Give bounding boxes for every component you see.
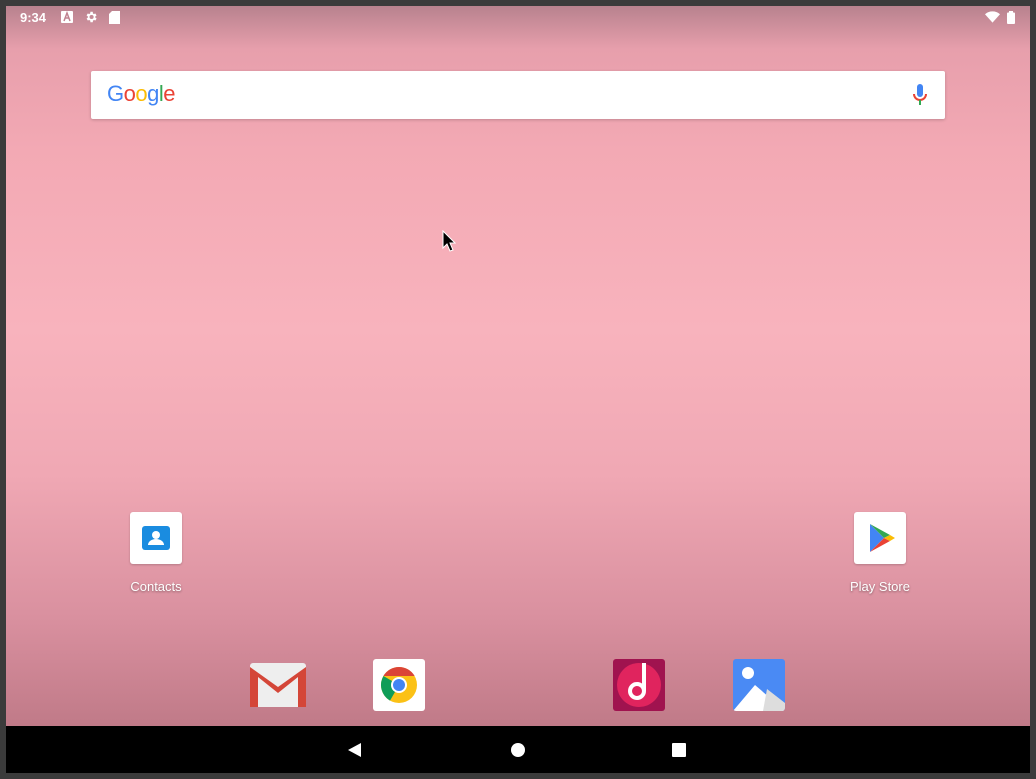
- app-label: Play Store: [850, 579, 910, 594]
- music-icon: [613, 659, 665, 711]
- logo-letter: G: [107, 81, 124, 106]
- gmail-icon: [250, 663, 306, 707]
- battery-icon: [1007, 11, 1015, 24]
- wifi-icon: [985, 11, 1000, 23]
- clock: 9:34: [20, 10, 47, 25]
- dock-gallery[interactable]: [733, 659, 785, 711]
- logo-letter: g: [147, 81, 159, 106]
- mouse-cursor: [442, 230, 456, 252]
- play-store-icon: [854, 512, 906, 564]
- keyboard-a-icon: [61, 11, 73, 23]
- back-button[interactable]: [347, 742, 363, 758]
- app-play-store[interactable]: Play Store: [830, 512, 930, 594]
- chrome-icon: [380, 667, 417, 703]
- app-label: Contacts: [130, 579, 182, 594]
- google-search-bar[interactable]: Google: [91, 71, 945, 119]
- recents-button[interactable]: [672, 743, 686, 757]
- home-button[interactable]: [510, 742, 526, 758]
- gallery-icon: [733, 659, 785, 711]
- home-screen: 9:34 Google Contacts Play Store: [6, 6, 1030, 726]
- logo-letter: o: [135, 81, 148, 106]
- logo-letter: e: [163, 81, 176, 106]
- google-logo: Google: [107, 81, 176, 107]
- contacts-icon: [130, 512, 182, 564]
- navigation-bar: [6, 726, 1030, 773]
- status-bar: 9:34: [6, 6, 1030, 30]
- dock-music[interactable]: [613, 659, 665, 711]
- logo-letter: o: [123, 81, 136, 106]
- dock-gmail[interactable]: [248, 659, 306, 711]
- app-contacts[interactable]: Contacts: [106, 512, 206, 594]
- gear-icon: [86, 11, 97, 23]
- sd-card-icon: [109, 11, 120, 24]
- dock-chrome[interactable]: [373, 659, 425, 711]
- mic-icon[interactable]: [913, 84, 927, 106]
